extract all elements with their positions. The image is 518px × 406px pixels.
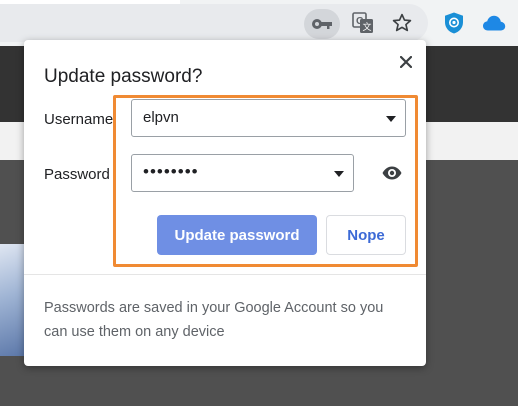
password-value: •••••••• (143, 162, 199, 181)
password-label: Password (44, 166, 110, 183)
update-password-dialog: Update password? Username elpvn Password… (24, 40, 426, 366)
chevron-down-icon (334, 171, 344, 177)
nope-button[interactable]: Nope (326, 215, 406, 255)
chevron-down-icon (386, 116, 396, 122)
close-button[interactable] (396, 52, 416, 72)
dialog-title: Update password? (44, 66, 203, 87)
eye-icon[interactable] (381, 164, 403, 182)
star-icon[interactable] (390, 11, 414, 35)
shield-icon[interactable] (441, 10, 467, 36)
key-icon[interactable] (304, 9, 340, 39)
divider (24, 274, 426, 275)
svg-text:文: 文 (363, 21, 372, 32)
update-password-button[interactable]: Update password (157, 215, 317, 255)
username-value: elpvn (143, 109, 179, 126)
footer-text: Passwords are saved in your Google Accou… (44, 300, 384, 340)
close-icon (400, 56, 412, 68)
cloud-icon[interactable] (481, 12, 507, 34)
username-select[interactable]: elpvn (131, 99, 406, 137)
password-select[interactable]: •••••••• (131, 154, 354, 192)
translate-icon[interactable]: G 文 (351, 11, 375, 35)
username-label: Username (44, 111, 114, 128)
